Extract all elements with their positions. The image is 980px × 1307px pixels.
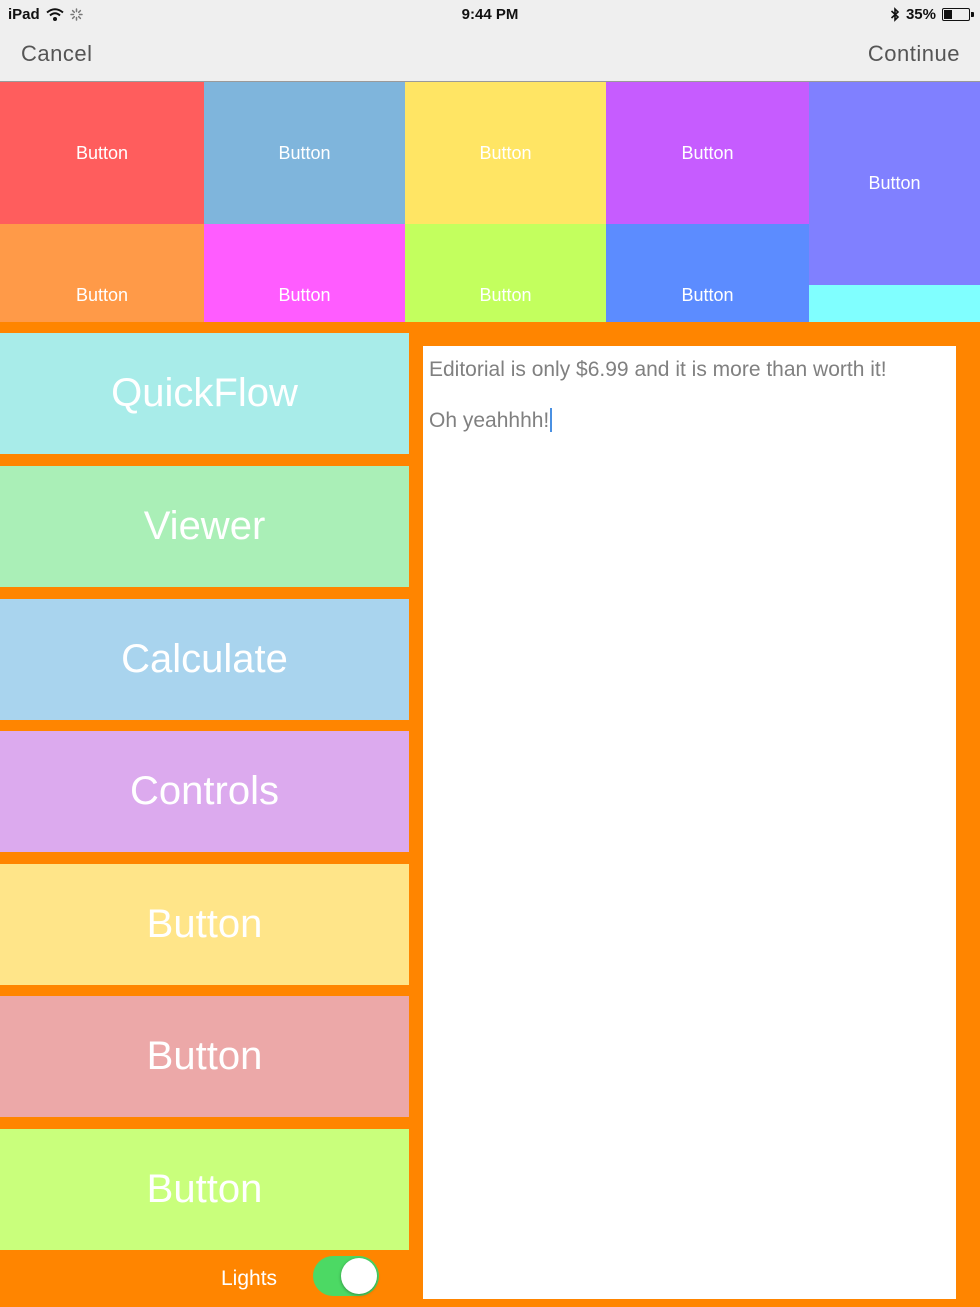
battery-fill (944, 10, 952, 19)
controls-button[interactable]: Controls (0, 731, 409, 852)
viewer-button[interactable]: Viewer (0, 466, 409, 587)
side-button-label: Button (146, 1034, 263, 1078)
side-button[interactable]: Button (0, 996, 409, 1117)
grid-button[interactable]: Button (405, 82, 606, 224)
cancel-button[interactable]: Cancel (21, 41, 92, 67)
continue-button[interactable]: Continue (868, 41, 960, 67)
lights-label: Lights (221, 1267, 278, 1290)
viewer-button-label: Viewer (143, 504, 266, 548)
editor-line: Oh yeahhhh! (429, 409, 550, 432)
editor-line: Editorial is only $6.99 and it is more t… (429, 358, 887, 381)
grid-button-label: Button (75, 142, 129, 163)
text-cursor (550, 408, 553, 432)
grid-button[interactable]: Button (204, 224, 405, 322)
grid-button[interactable]: Button (405, 224, 606, 322)
grid-button[interactable]: Button (0, 82, 204, 224)
calculate-button[interactable]: Calculate (0, 599, 409, 720)
grid-button-small[interactable] (809, 285, 980, 322)
grid-button[interactable]: Button (809, 82, 980, 285)
grid-button-label: Button (479, 285, 532, 305)
text-editor[interactable]: Editorial is only $6.99 and it is more t… (423, 346, 956, 1299)
status-time: 9:44 PM (461, 6, 519, 23)
grid-button-label: Button (681, 285, 734, 305)
grid-button[interactable]: Button (204, 82, 405, 224)
quickflow-button-label: QuickFlow (111, 371, 298, 415)
calculate-button-label: Calculate (121, 637, 288, 681)
battery-percent: 35% (905, 6, 936, 23)
grid-button-label: Button (479, 142, 532, 163)
side-button-label: Button (146, 1167, 263, 1211)
battery-icon (942, 8, 974, 21)
grid-button-label: Button (278, 285, 331, 305)
button-grid: Button Button Button Button Button Butto… (0, 82, 980, 322)
side-button-label: Button (146, 902, 263, 946)
grid-button[interactable]: Button (606, 82, 809, 224)
grid-button-label: Button (278, 142, 331, 163)
side-button[interactable]: Button (0, 864, 409, 985)
quickflow-button[interactable]: QuickFlow (0, 333, 409, 454)
status-bar: iPad 9:44 PM 35% (0, 0, 980, 28)
status-right: 35% (890, 6, 974, 23)
grid-button-label: Button (868, 173, 921, 193)
navigation-bar: Cancel Continue (0, 28, 980, 82)
lights-toggle[interactable] (313, 1256, 379, 1296)
toggle-knob (341, 1258, 377, 1294)
bluetooth-icon (890, 7, 900, 22)
grid-button[interactable]: Button (606, 224, 809, 322)
side-button[interactable]: Button (0, 1129, 409, 1250)
grid-button[interactable]: Button (0, 224, 204, 322)
grid-button-label: Button (681, 142, 734, 163)
grid-button-label: Button (75, 285, 129, 305)
controls-button-label: Controls (130, 769, 279, 813)
